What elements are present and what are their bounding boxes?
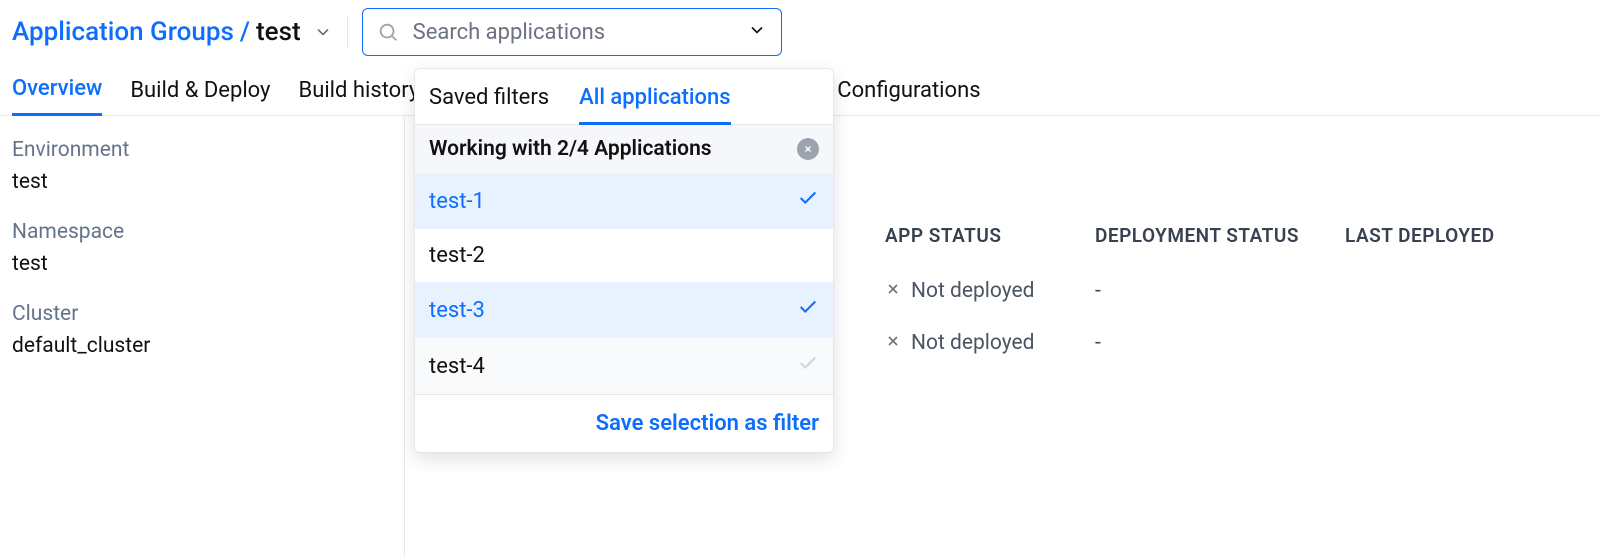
cluster-label: Cluster bbox=[12, 302, 392, 326]
tab-configurations[interactable]: Configurations bbox=[837, 78, 980, 115]
popover-status: Working with 2/4 Applications bbox=[415, 125, 833, 173]
popover-item-test-2[interactable]: test-2 bbox=[415, 229, 833, 282]
cluster-value: default_cluster bbox=[12, 334, 392, 358]
namespace-label: Namespace bbox=[12, 220, 392, 244]
popover-item-label: test-3 bbox=[429, 298, 485, 323]
tab-build-history[interactable]: Build history bbox=[298, 78, 419, 115]
search-applications-box[interactable] bbox=[362, 8, 782, 56]
sidebar: Environment test Namespace test Cluster … bbox=[0, 116, 405, 556]
applications-popover: Saved filters All applications Working w… bbox=[414, 68, 834, 453]
breadcrumb: Application Groups / test bbox=[12, 15, 333, 49]
chevron-down-icon[interactable] bbox=[313, 19, 333, 49]
popover-item-label: test-2 bbox=[429, 243, 485, 268]
app-status-value: Not deployed bbox=[911, 279, 1035, 303]
selection-status-text: Working with 2/4 Applications bbox=[429, 137, 712, 161]
popover-item-test-1[interactable]: test-1 bbox=[415, 173, 833, 229]
breadcrumb-current: test bbox=[256, 17, 301, 47]
app-status-value: Not deployed bbox=[911, 331, 1035, 355]
popover-item-test-3[interactable]: test-3 bbox=[415, 282, 833, 338]
check-icon bbox=[797, 352, 819, 380]
environment-label: Environment bbox=[12, 138, 392, 162]
breadcrumb-root[interactable]: Application Groups bbox=[12, 17, 234, 47]
x-icon bbox=[885, 331, 901, 355]
search-icon bbox=[377, 21, 399, 43]
tab-build-deploy[interactable]: Build & Deploy bbox=[130, 78, 270, 115]
tab-saved-filters[interactable]: Saved filters bbox=[429, 85, 549, 124]
tab-overview[interactable]: Overview bbox=[12, 76, 102, 116]
popover-tabs: Saved filters All applications bbox=[415, 69, 833, 125]
search-input[interactable] bbox=[413, 20, 747, 45]
check-icon bbox=[797, 296, 819, 324]
check-icon bbox=[797, 187, 819, 215]
col-deployment-status: DEPLOYMENT STATUS bbox=[1095, 224, 1345, 247]
tab-all-applications[interactable]: All applications bbox=[579, 85, 730, 125]
environment-value: test bbox=[12, 170, 392, 194]
deployment-status-value: - bbox=[1095, 279, 1345, 303]
breadcrumb-separator: / bbox=[240, 17, 250, 47]
popover-item-test-4[interactable]: test-4 bbox=[415, 338, 833, 394]
deployment-status-value: - bbox=[1095, 331, 1345, 355]
chevron-down-icon[interactable] bbox=[747, 20, 767, 44]
save-selection-button[interactable]: Save selection as filter bbox=[415, 394, 833, 452]
divider bbox=[347, 16, 348, 48]
popover-item-label: test-4 bbox=[429, 354, 485, 379]
col-last-deployed: LAST DEPLOYED bbox=[1345, 224, 1600, 247]
namespace-value: test bbox=[12, 252, 392, 276]
clear-selection-button[interactable] bbox=[797, 138, 819, 160]
popover-item-label: test-1 bbox=[429, 189, 485, 214]
x-icon bbox=[885, 279, 901, 303]
col-app-status: APP STATUS bbox=[885, 224, 1095, 247]
